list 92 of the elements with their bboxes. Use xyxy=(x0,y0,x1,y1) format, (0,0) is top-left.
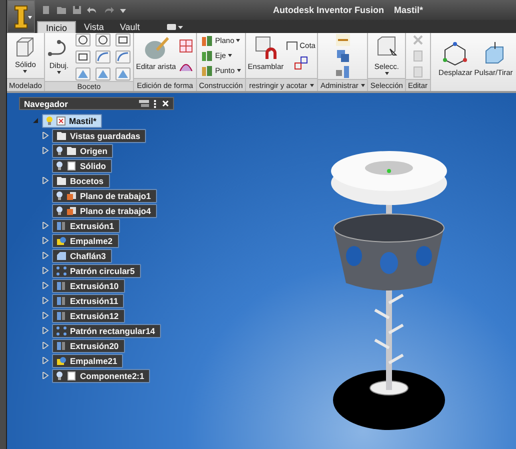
pattern-icon xyxy=(56,326,67,336)
extrusion-icon xyxy=(56,296,67,306)
expand-arrow-icon[interactable] xyxy=(42,357,49,364)
expand-arrow-icon[interactable] xyxy=(42,312,49,319)
delete-icon xyxy=(410,33,425,47)
collapse-arrow-icon[interactable] xyxy=(32,117,39,124)
save-icon[interactable] xyxy=(72,5,82,15)
redo-icon[interactable] xyxy=(103,5,114,15)
extrusion-icon xyxy=(56,310,67,320)
expand-arrow-icon[interactable] xyxy=(42,282,49,289)
sketch-tool-icon[interactable] xyxy=(94,50,111,64)
tree-node[interactable]: Extrusión10 xyxy=(52,278,125,292)
tree-node[interactable]: Extrusión12 xyxy=(52,308,125,322)
extrusion-icon xyxy=(56,340,67,350)
tree-node[interactable]: Origen xyxy=(52,144,114,158)
tree-node[interactable]: Extrusión20 xyxy=(52,338,125,352)
fillet-icon xyxy=(56,236,67,246)
chamfer-icon xyxy=(56,250,67,260)
tree-node[interactable]: Vistas guardadas xyxy=(52,128,146,142)
expand-arrow-icon[interactable] xyxy=(42,372,49,379)
dimension-icon xyxy=(286,40,298,50)
folder-icon xyxy=(56,130,67,140)
tree-node[interactable]: Componente2:1 xyxy=(52,368,150,382)
sketch-tool-icon[interactable] xyxy=(74,50,91,64)
tree-node[interactable]: Extrusión11 xyxy=(52,294,124,308)
close-icon[interactable] xyxy=(162,100,169,107)
extrusion-icon xyxy=(56,220,67,230)
panel-menu-icon[interactable] xyxy=(139,100,149,108)
ribbon-tab[interactable]: Vault xyxy=(112,21,148,33)
expand-arrow-icon[interactable] xyxy=(42,297,49,304)
app-title: Autodesk Inventor Fusion xyxy=(273,5,384,15)
tree-node[interactable]: Sólido xyxy=(52,158,112,172)
expand-arrow-icon[interactable] xyxy=(42,177,49,184)
open-folder-icon[interactable] xyxy=(56,5,67,15)
sketch-tool-icon[interactable] xyxy=(94,33,111,47)
plane-icon xyxy=(201,64,214,76)
copy-icon[interactable] xyxy=(334,49,351,63)
work-plane-icon xyxy=(66,206,77,216)
solid-icon xyxy=(66,370,77,380)
lightbulb-icon[interactable] xyxy=(56,370,63,380)
expand-arrow-icon[interactable] xyxy=(42,132,49,139)
extrusion-icon xyxy=(56,280,67,290)
tree-node[interactable]: Extrusión1 xyxy=(52,218,120,232)
plane-icon xyxy=(201,34,214,46)
hierarchy-icon[interactable] xyxy=(334,65,351,79)
tree-node[interactable]: Patrón rectangular14 xyxy=(52,324,162,338)
pattern-icon xyxy=(56,266,67,276)
expand-arrow-icon[interactable] xyxy=(42,237,49,244)
work-plane-icon xyxy=(66,190,77,200)
part-icon xyxy=(56,116,66,126)
new-file-icon[interactable] xyxy=(41,5,51,15)
tree-node[interactable]: Bocetos xyxy=(52,174,110,188)
expand-arrow-icon[interactable] xyxy=(42,267,49,274)
expand-arrow-icon[interactable] xyxy=(42,222,49,229)
display-options-icon[interactable] xyxy=(166,23,184,31)
undo-icon[interactable] xyxy=(87,5,98,15)
tree-node[interactable]: Plano de trabajo1 xyxy=(52,188,157,202)
measure-icon[interactable] xyxy=(334,33,351,47)
sketch-tool-icon[interactable] xyxy=(114,50,131,64)
tree-node[interactable]: Chaflán3 xyxy=(52,248,112,262)
ribbon-tab[interactable]: Inicio xyxy=(37,21,76,33)
navigator-title: Navegador xyxy=(24,98,69,108)
tree-node[interactable]: Empalme2 xyxy=(52,234,119,248)
fillet-icon xyxy=(56,356,67,366)
solid-icon xyxy=(66,160,77,170)
more-options-icon[interactable] xyxy=(154,100,157,108)
folder-icon xyxy=(66,146,77,156)
constraint-icon[interactable] xyxy=(292,54,309,70)
document-title: Mastil* xyxy=(394,5,424,15)
tree-node[interactable]: Patrón circular5 xyxy=(52,264,141,278)
lightbulb-icon[interactable] xyxy=(56,146,63,156)
lightbulb-icon[interactable] xyxy=(56,190,63,200)
expand-arrow-icon[interactable] xyxy=(42,327,49,334)
application-menu-button[interactable] xyxy=(7,0,35,33)
tree-node[interactable]: Empalme21 xyxy=(52,354,124,368)
paste-icon xyxy=(410,65,425,79)
lightbulb-icon[interactable] xyxy=(56,206,63,216)
expand-arrow-icon[interactable] xyxy=(42,147,49,154)
copy-icon xyxy=(410,49,425,63)
tree-node[interactable]: Mastil* xyxy=(42,114,102,128)
mesh-icon[interactable] xyxy=(178,38,194,54)
axes-icon xyxy=(442,41,468,67)
tree-node[interactable]: Plano de trabajo4 xyxy=(52,204,157,218)
expand-arrow-icon[interactable] xyxy=(42,252,49,259)
expand-arrow-icon[interactable] xyxy=(42,342,49,349)
magnet-icon xyxy=(252,34,279,60)
plane-icon xyxy=(201,50,214,62)
lightbulb-icon[interactable] xyxy=(56,160,63,170)
sketch-tool-icon[interactable] xyxy=(114,33,131,47)
folder-icon xyxy=(56,176,67,186)
sketch-tool-icon[interactable] xyxy=(74,33,91,47)
ribbon-tab[interactable]: Vista xyxy=(76,21,112,33)
